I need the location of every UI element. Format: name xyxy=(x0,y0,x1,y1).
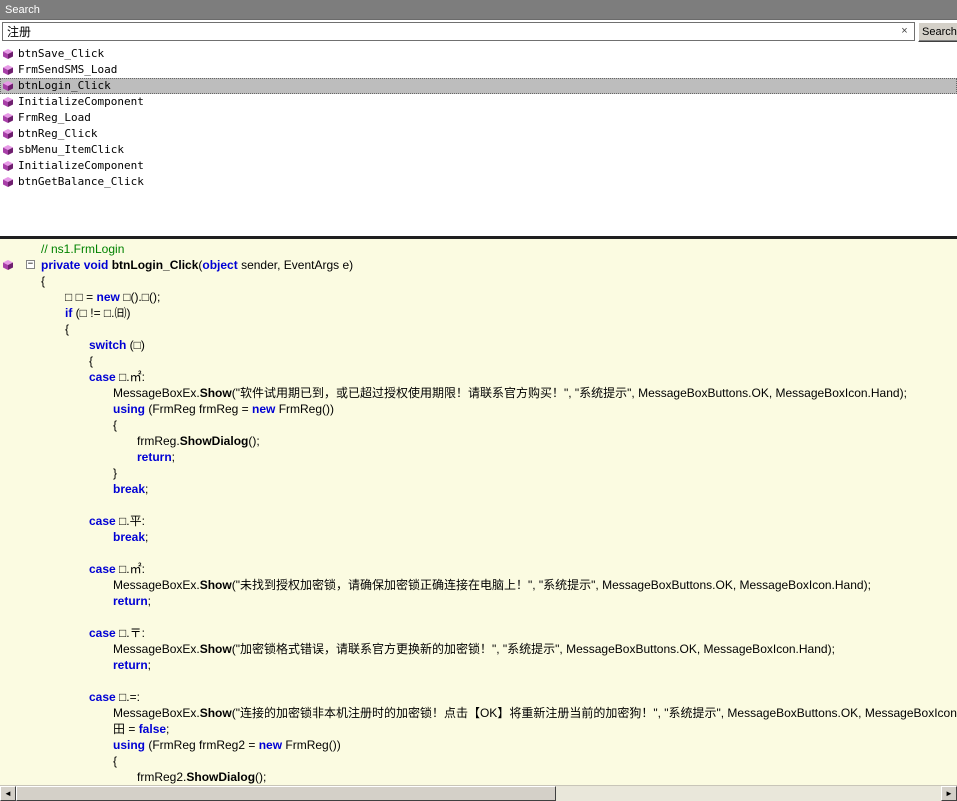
code-line: MessageBoxEx.Show("连接的加密锁非本机注册时的加密锁！点击【O… xyxy=(113,706,957,720)
result-item[interactable]: InitializeComponent xyxy=(0,94,957,110)
code-line: { xyxy=(41,274,46,288)
fold-toggle[interactable]: − xyxy=(26,260,35,269)
scrollbar-thumb[interactable] xyxy=(16,786,556,801)
clear-search-icon[interactable]: × xyxy=(898,24,911,39)
code-line: using (FrmReg frmReg = new FrmReg()) xyxy=(113,402,335,416)
code-line: } xyxy=(113,466,118,480)
result-label: btnGetBalance_Click xyxy=(18,175,144,188)
method-cube-icon xyxy=(3,81,13,91)
result-label: btnReg_Click xyxy=(18,127,98,140)
result-label: FrmReg_Load xyxy=(18,111,91,124)
code-line: break; xyxy=(113,482,149,496)
scroll-right-button[interactable]: ► xyxy=(941,786,957,801)
method-cube-icon xyxy=(3,260,13,270)
code-line: return; xyxy=(113,658,152,672)
result-label: btnLogin_Click xyxy=(18,79,111,92)
code-line: { xyxy=(113,754,118,768)
code-line: − private void btnLogin_Click(object sen… xyxy=(0,257,957,273)
code-line: case □.=: xyxy=(89,690,140,704)
method-cube-icon xyxy=(3,49,13,59)
result-item[interactable]: FrmReg_Load xyxy=(0,110,957,126)
method-cube-icon xyxy=(3,145,13,155)
panel-titlebar: Search xyxy=(0,0,957,20)
decompiled-code: // ns1.FrmLogin − private void btnLogin_C… xyxy=(0,241,957,785)
code-line: MessageBoxEx.Show("加密锁格式错误，请联系官方更换新的加密锁！… xyxy=(113,642,835,656)
code-line: { xyxy=(113,418,118,432)
code-line: case □.㎡: xyxy=(89,562,145,576)
result-label: btnSave_Click xyxy=(18,47,105,60)
result-item[interactable]: btnReg_Click xyxy=(0,126,957,142)
scroll-left-button[interactable]: ◄ xyxy=(0,786,16,801)
code-line: { xyxy=(65,322,70,336)
result-item[interactable]: btnLogin_Click xyxy=(0,78,957,94)
code-line: return; xyxy=(113,594,152,608)
code-line: break; xyxy=(113,530,149,544)
method-cube-icon xyxy=(3,97,13,107)
code-line: frmReg.ShowDialog(); xyxy=(137,434,260,448)
result-label: InitializeComponent xyxy=(18,159,144,172)
result-item[interactable]: btnSave_Click xyxy=(0,46,957,62)
code-pane[interactable]: // ns1.FrmLogin − private void btnLogin_C… xyxy=(0,239,957,801)
code-line: case □.平: xyxy=(89,514,145,528)
result-label: InitializeComponent xyxy=(18,95,144,108)
result-item[interactable]: InitializeComponent xyxy=(0,158,957,174)
method-cube-icon xyxy=(3,113,13,123)
code-line: MessageBoxEx.Show("软件试用期已到，或已超过授权使用期限！请联… xyxy=(113,386,907,400)
horizontal-scrollbar[interactable]: ◄ ► xyxy=(0,785,957,801)
code-line: using (FrmReg frmReg2 = new FrmReg()) xyxy=(113,738,341,752)
method-cube-icon xyxy=(3,177,13,187)
result-item[interactable]: sbMenu_ItemClick xyxy=(0,142,957,158)
result-label: FrmSendSMS_Load xyxy=(18,63,118,76)
result-item[interactable]: btnGetBalance_Click xyxy=(0,174,957,190)
code-line: 田 = false; xyxy=(113,722,170,736)
panel-title: Search xyxy=(5,4,40,16)
code-line: if (□ != □.㈰) xyxy=(65,306,131,320)
search-input-wrap: × xyxy=(2,22,915,41)
code-line: frmReg2.ShowDialog(); xyxy=(137,770,267,784)
search-button[interactable]: Search xyxy=(918,22,957,42)
code-line: switch (□) xyxy=(89,338,145,352)
search-bar: × Search xyxy=(0,20,957,44)
code-line: case □.〒: xyxy=(89,626,145,640)
code-line: // ns1.FrmLogin xyxy=(41,242,125,256)
result-item[interactable]: FrmSendSMS_Load xyxy=(0,62,957,78)
search-results-list: btnSave_Click FrmSendSMS_Load btnLogin_C… xyxy=(0,44,957,236)
search-input[interactable] xyxy=(3,23,914,40)
code-line: □ □ = new □().□(); xyxy=(65,290,161,304)
method-cube-icon xyxy=(3,129,13,139)
result-label: sbMenu_ItemClick xyxy=(18,143,124,156)
code-line: return; xyxy=(137,450,176,464)
code-line: { xyxy=(89,354,94,368)
code-line: case □.㎡: xyxy=(89,370,145,384)
method-cube-icon xyxy=(3,161,13,171)
method-cube-icon xyxy=(3,65,13,75)
code-line: MessageBoxEx.Show("未找到授权加密锁，请确保加密锁正确连接在电… xyxy=(113,578,871,592)
